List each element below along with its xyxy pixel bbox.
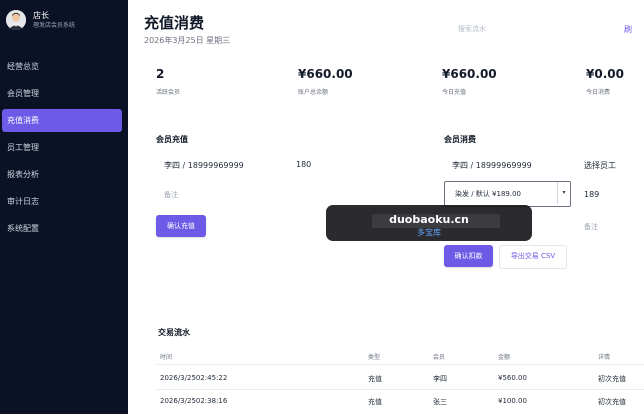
avatar-person-icon <box>6 10 26 30</box>
watermark-domain: duobaoku.cn <box>389 213 469 226</box>
recharge-remark-field[interactable]: 备注 <box>164 190 178 200</box>
column-header-time: 时间 <box>160 354 173 361</box>
consume-price-field[interactable]: 189 <box>584 190 599 199</box>
sidebar-item-members[interactable]: 会员管理 <box>2 82 122 105</box>
avatar <box>6 10 26 30</box>
column-header-type: 类型 <box>368 354 381 361</box>
consume-member-select[interactable]: 李四 / 18999969999 <box>452 160 532 171</box>
stat-label: 今日充值 <box>442 89 467 96</box>
stat-value: ¥660.00 <box>298 67 353 81</box>
watermark-name: 多宝库 <box>417 228 441 237</box>
user-profile[interactable]: 店长 理发店会员系统 <box>6 10 75 30</box>
user-name: 店长 <box>33 11 49 20</box>
column-header-detail: 详情 <box>598 354 611 361</box>
confirm-deduct-button[interactable]: 确认扣款 <box>444 245 493 267</box>
transactions-title: 交易流水 <box>158 328 190 337</box>
top-right-link[interactable]: 刷 <box>624 24 632 35</box>
cell-time: 2026/3/2502:45:22 <box>160 374 228 382</box>
staff-select[interactable]: 选择员工 <box>584 160 616 171</box>
page-title: 充值消费 <box>144 14 205 32</box>
user-subtitle: 理发店会员系统 <box>33 22 76 29</box>
sidebar-item-overview[interactable]: 经营总览 <box>2 55 122 78</box>
stat-today-consume: ¥0.00 今日消费 <box>586 66 624 96</box>
stat-active-members: 2 活跃会员 <box>156 66 180 96</box>
column-header-member: 会员 <box>433 354 446 361</box>
search-input[interactable] <box>452 18 614 40</box>
stat-total-balance: ¥660.00 账户总余额 <box>298 66 353 96</box>
stat-value: ¥0.00 <box>586 67 624 81</box>
cell-amount: ¥100.00 <box>498 397 527 405</box>
export-csv-button[interactable]: 导出交易 CSV <box>499 245 567 269</box>
cell-amount: ¥560.00 <box>498 374 527 382</box>
row-divider <box>156 364 644 365</box>
sidebar-item-audit-log[interactable]: 审计日志 <box>2 190 122 213</box>
cell-time: 2026/3/2502:38:16 <box>160 397 228 405</box>
cell-detail: 初次充值 <box>598 375 626 383</box>
row-divider <box>156 389 644 390</box>
watermark-toast: duobaoku.cn 多宝库 <box>326 205 532 241</box>
recharge-section-title: 会员充值 <box>156 135 188 144</box>
stat-today-recharge: ¥660.00 今日充值 <box>442 66 497 96</box>
sidebar: 店长 理发店会员系统 经营总览 会员管理 充值消费 员工管理 报表分析 审计日志… <box>0 0 128 414</box>
cell-detail: 初次充值 <box>598 398 626 406</box>
recharge-member-select[interactable]: 李四 / 18999969999 <box>164 160 244 171</box>
cell-member: 张三 <box>433 398 447 406</box>
stat-label: 账户总余额 <box>298 89 329 96</box>
stat-value: 2 <box>156 67 165 81</box>
cell-type: 充值 <box>368 375 382 383</box>
consume-remark-field[interactable]: 备注 <box>584 222 598 232</box>
service-select[interactable]: 染发 / 默认 ¥189.00 ▾ <box>444 181 571 207</box>
cell-member: 李四 <box>433 375 447 383</box>
service-select-value: 染发 / 默认 ¥189.00 <box>455 190 521 198</box>
stat-value: ¥660.00 <box>442 67 497 81</box>
recharge-amount-field[interactable]: 180 <box>296 160 311 169</box>
cell-type: 充值 <box>368 398 382 406</box>
sidebar-item-settings[interactable]: 系统配置 <box>2 217 122 240</box>
stat-label: 今日消费 <box>586 89 611 96</box>
stat-label: 活跃会员 <box>156 89 181 96</box>
column-header-amount: 金额 <box>498 354 511 361</box>
confirm-recharge-button[interactable]: 确认充值 <box>156 215 206 237</box>
page-date: 2026年3月25日 星期三 <box>144 36 231 45</box>
consume-section-title: 会员消费 <box>444 135 476 144</box>
sidebar-item-reports[interactable]: 报表分析 <box>2 163 122 186</box>
sidebar-item-staff[interactable]: 员工管理 <box>2 136 122 159</box>
sidebar-item-recharge-consume[interactable]: 充值消费 <box>2 109 122 132</box>
chevron-down-icon: ▾ <box>557 182 570 204</box>
sidebar-nav: 经营总览 会员管理 充值消费 员工管理 报表分析 审计日志 系统配置 <box>0 55 128 244</box>
